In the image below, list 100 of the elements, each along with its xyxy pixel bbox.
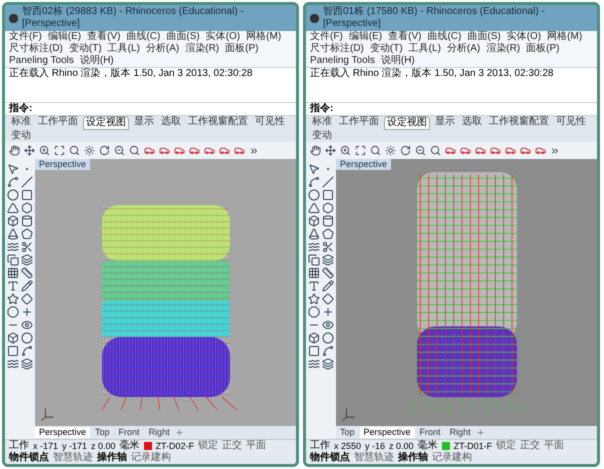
menu-item[interactable]: 分析(A) <box>146 43 180 55</box>
menu-item[interactable]: 曲线(C) <box>126 31 160 43</box>
layer-text[interactable]: ZT-D01-F <box>454 440 492 452</box>
tool-icon[interactable] <box>308 293 320 305</box>
menu-item[interactable]: 查看(V) <box>87 31 120 43</box>
menu-item[interactable]: 网格(M) <box>246 31 282 43</box>
view-tool-icon[interactable] <box>385 145 396 156</box>
tool-icon[interactable] <box>7 332 19 344</box>
menu-item[interactable]: 网格(M) <box>547 31 582 43</box>
render-tool-icon[interactable] <box>144 145 155 156</box>
tool-icon[interactable] <box>7 280 19 292</box>
tool-icon[interactable] <box>308 228 320 240</box>
tool-icon[interactable] <box>7 267 19 279</box>
view-tool-icon[interactable] <box>415 145 426 156</box>
tool-icon[interactable] <box>20 215 32 227</box>
tool-icon[interactable] <box>7 241 19 253</box>
menu-item[interactable]: 曲线(C) <box>427 31 462 43</box>
toolbar-tab[interactable]: 显示 <box>132 116 156 130</box>
tool-icon[interactable] <box>322 189 334 201</box>
view-tool-icon[interactable] <box>430 145 441 156</box>
tool-icon[interactable] <box>7 254 19 266</box>
view-tool-icon[interactable] <box>310 145 321 156</box>
status-toggle[interactable]: 正交 <box>520 440 540 452</box>
toolbar-tab[interactable]: 可见性 <box>554 116 588 130</box>
tool-icon[interactable] <box>7 228 19 240</box>
toolbar-tab[interactable]: 可见性 <box>253 116 287 130</box>
view-tool-icon[interactable] <box>355 145 366 156</box>
tool-icon[interactable] <box>322 267 334 279</box>
tool-icon[interactable] <box>322 241 334 253</box>
view-tool-icon[interactable] <box>69 145 80 156</box>
layer-text[interactable]: ZT-D02-F <box>156 440 194 452</box>
tool-icon[interactable] <box>322 306 334 318</box>
render-tool-icon[interactable] <box>535 145 546 156</box>
toolbar-tab[interactable]: 工作平面 <box>36 116 80 130</box>
status-toggle[interactable]: 锁定 <box>496 440 516 452</box>
tool-icon[interactable] <box>322 228 334 240</box>
status-toggle[interactable]: 物件锁点 <box>310 452 350 464</box>
more-icon[interactable] <box>249 146 259 156</box>
status-toggle[interactable]: 操作轴 <box>97 452 127 464</box>
status-toggle[interactable]: 平面 <box>544 440 564 452</box>
menu-item[interactable]: 面板(P) <box>526 43 560 55</box>
tool-icon[interactable] <box>20 319 32 331</box>
menu-item[interactable]: 曲面(S) <box>166 31 200 43</box>
menu-item[interactable]: 变动(T) <box>370 43 403 55</box>
tool-icon[interactable] <box>322 215 334 227</box>
menu-item[interactable]: 渲染(R) <box>486 43 520 55</box>
toolbar-tab[interactable]: 设定视图 <box>384 116 430 130</box>
tool-icon[interactable] <box>308 332 320 344</box>
view-tool-icon[interactable] <box>39 145 50 156</box>
tool-icon[interactable] <box>322 202 334 214</box>
tool-icon[interactable] <box>308 241 320 253</box>
tool-icon[interactable] <box>322 319 334 331</box>
tool-icon[interactable] <box>308 358 320 370</box>
tool-icon[interactable] <box>322 332 334 344</box>
tool-icon[interactable] <box>7 306 19 318</box>
viewport-tab[interactable]: Front <box>114 427 144 438</box>
render-tool-icon[interactable] <box>204 145 215 156</box>
render-tool-icon[interactable] <box>219 145 230 156</box>
menu-item[interactable]: 工具(L) <box>408 43 441 55</box>
render-tool-icon[interactable] <box>174 145 185 156</box>
tool-icon[interactable] <box>322 254 334 266</box>
view-tool-icon[interactable] <box>84 145 95 156</box>
render-tool-icon[interactable] <box>520 145 531 156</box>
tool-icon[interactable] <box>308 306 320 318</box>
menu-item[interactable]: 分析(A) <box>446 43 480 55</box>
render-tool-icon[interactable] <box>490 145 501 156</box>
render-tool-icon[interactable] <box>234 145 245 156</box>
menu-item[interactable]: Paneling Tools <box>9 55 74 67</box>
status-toggle[interactable]: 操作轴 <box>398 452 428 464</box>
status-toggle[interactable]: 平面 <box>246 440 266 452</box>
viewport-tab[interactable]: Front <box>416 427 445 438</box>
tool-icon[interactable] <box>20 202 32 214</box>
tool-icon[interactable] <box>308 163 320 175</box>
render-tool-icon[interactable] <box>445 145 456 156</box>
status-toggle[interactable]: 正交 <box>222 440 242 452</box>
tool-icon[interactable] <box>20 189 32 201</box>
tool-icon[interactable] <box>308 176 320 188</box>
tool-icon[interactable] <box>20 241 32 253</box>
toolbar-tab[interactable]: 变动 <box>9 130 33 142</box>
tool-icon[interactable] <box>308 280 320 292</box>
status-toggle[interactable]: 锁定 <box>198 440 218 452</box>
viewport-tab[interactable]: Right <box>446 427 475 438</box>
menu-item[interactable]: 文件(F) <box>9 31 42 43</box>
toolbar-tab[interactable]: 显示 <box>433 116 457 130</box>
layer-swatch[interactable] <box>442 442 450 450</box>
tool-icon[interactable] <box>308 267 320 279</box>
view-tool-icon[interactable] <box>370 145 381 156</box>
tool-icon[interactable] <box>20 306 32 318</box>
tool-icon[interactable] <box>7 176 19 188</box>
toolbar-tab[interactable]: 变动 <box>310 130 334 142</box>
tool-icon[interactable] <box>308 254 320 266</box>
tool-icon[interactable] <box>308 215 320 227</box>
menu-item[interactable]: 说明(H) <box>380 55 415 67</box>
render-tool-icon[interactable] <box>460 145 471 156</box>
tool-icon[interactable] <box>308 345 320 357</box>
tool-icon[interactable] <box>322 358 334 370</box>
tool-icon[interactable] <box>20 254 32 266</box>
viewport-tab[interactable]: Perspective <box>360 427 415 438</box>
viewport-label[interactable]: Perspective <box>35 159 90 170</box>
toolbar-tab[interactable]: 标准 <box>9 116 33 130</box>
